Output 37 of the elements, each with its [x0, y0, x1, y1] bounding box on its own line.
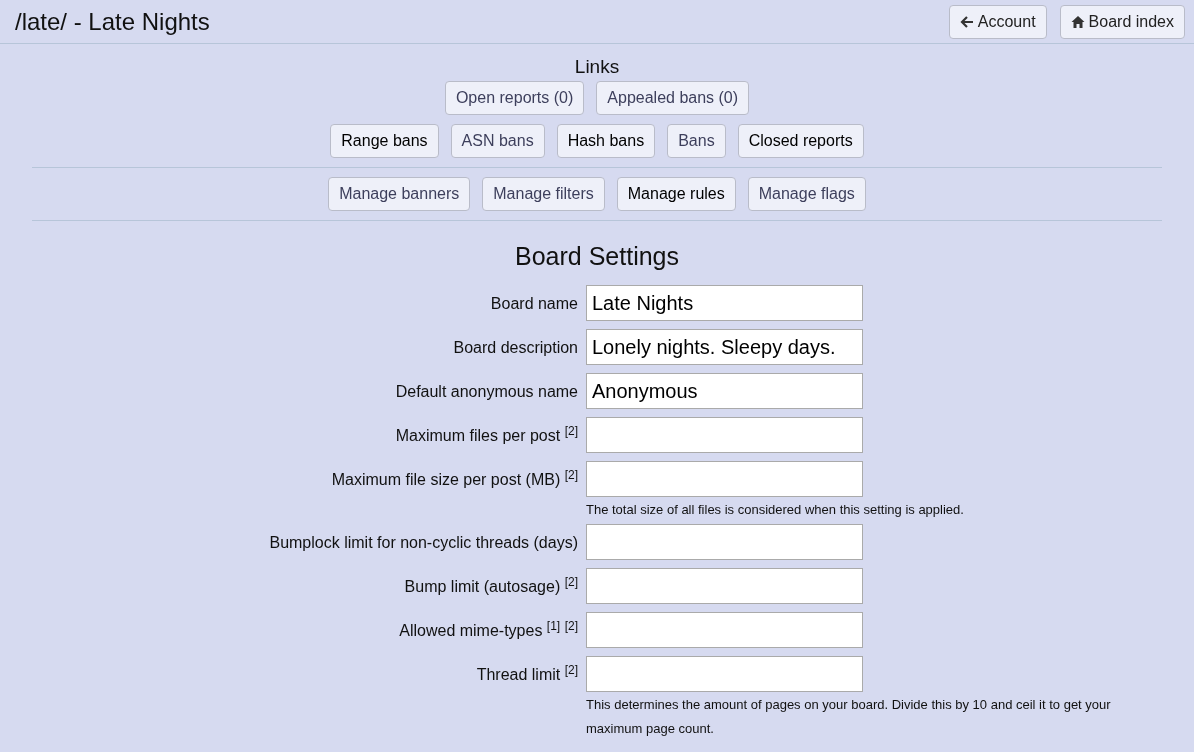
field-label: Thread limit $^{[2]}$: [476, 666, 578, 683]
link-button[interactable]: Manage banners: [328, 177, 471, 211]
field-label: Default anonymous name: [395, 383, 578, 400]
settings-heading: Board Settings: [515, 241, 679, 271]
page-title: /late/ - Late Nights: [15, 6, 210, 37]
link-button[interactable]: ASN bans: [450, 124, 545, 158]
home-icon: [1070, 14, 1085, 29]
arrow-left-icon: [959, 14, 974, 29]
nav-button[interactable]: Board index: [1059, 4, 1185, 39]
field-label: Board description: [453, 339, 578, 356]
text-field[interactable]: [586, 524, 863, 560]
link-button[interactable]: Hash bans: [556, 124, 656, 158]
link-button[interactable]: Appealed bans (0): [596, 81, 750, 115]
links-heading: Links: [574, 55, 620, 79]
text-field[interactable]: [586, 568, 863, 604]
text-field[interactable]: Lonely nights. Sleepy days.: [586, 329, 863, 365]
field-label: Maximum file size per post (MB) $^{[2]}$: [331, 471, 578, 488]
text-field[interactable]: [586, 656, 863, 692]
nav-button[interactable]: Account: [948, 4, 1047, 39]
link-button[interactable]: Manage rules: [616, 177, 736, 211]
link-button[interactable]: Open reports (0): [444, 81, 585, 115]
link-button[interactable]: Bans: [667, 124, 726, 158]
text-field[interactable]: [586, 612, 863, 648]
link-button[interactable]: Manage filters: [482, 177, 605, 211]
field-label: Bump limit (autosage) $^{[2]}$: [404, 578, 578, 595]
link-button[interactable]: Manage flags: [747, 177, 866, 211]
link-button[interactable]: Range bans: [330, 124, 439, 158]
text-field[interactable]: Late Nights: [586, 285, 863, 321]
help-text: This determines the amount of pages on your board. Divide this by 10 and ceil it to get your maximum page count.: [586, 696, 1112, 738]
field-label: Board name: [490, 295, 578, 312]
text-field[interactable]: [586, 417, 863, 453]
field-label: Maximum files per post $^{[2]}$: [395, 427, 578, 444]
help-text: The total size of all files is considered when this setting is applied.: [586, 501, 964, 519]
text-field[interactable]: Anonymous: [586, 373, 863, 409]
field-label: Bumplock limit for non-cyclic threads (days): [269, 534, 578, 551]
text-field[interactable]: [586, 461, 863, 497]
link-button[interactable]: Closed reports: [737, 124, 864, 158]
